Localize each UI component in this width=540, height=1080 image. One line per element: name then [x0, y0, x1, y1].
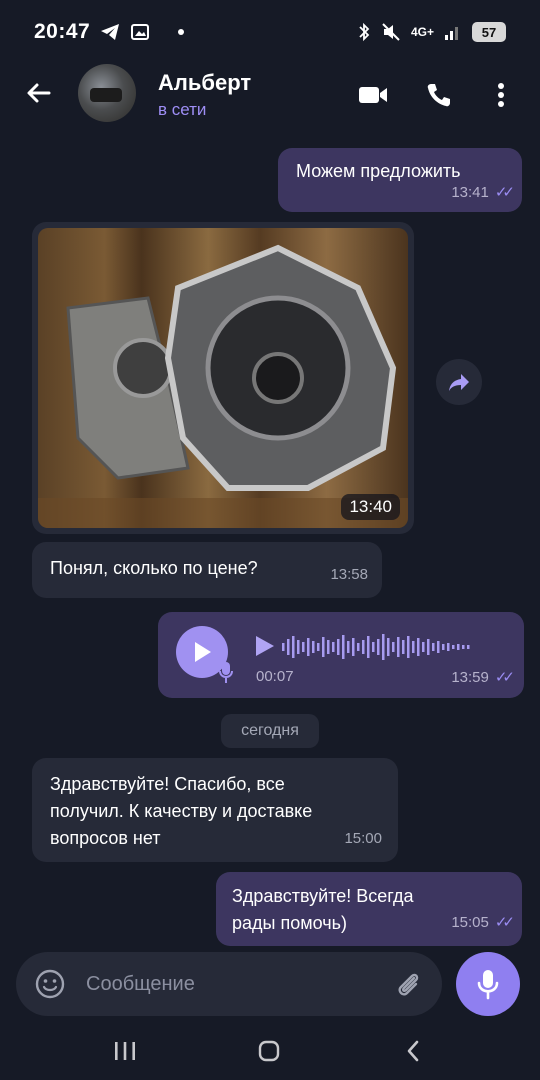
contact-name[interactable]: Альберт — [158, 70, 251, 96]
chat-header: Альберт в сети — [0, 64, 540, 126]
voice-waveform[interactable] — [282, 630, 478, 664]
system-navigation-bar — [0, 1020, 540, 1080]
more-options-button[interactable] — [484, 78, 518, 112]
play-icon — [195, 642, 211, 662]
microphone-icon — [477, 970, 499, 1000]
video-call-button[interactable] — [356, 78, 390, 112]
status-time: 20:47 — [34, 20, 91, 43]
forward-icon — [449, 374, 469, 391]
message-incoming[interactable]: Здравствуйте! Спасибо, все получил. К ка… — [32, 758, 398, 862]
battery-indicator: 57 — [472, 22, 506, 42]
read-ticks-icon: ✓✓ — [494, 669, 515, 686]
attach-button[interactable] — [392, 968, 424, 1000]
back-chevron-icon — [407, 1040, 419, 1062]
microphone-small-icon — [219, 662, 233, 683]
message-composer — [16, 952, 442, 1016]
back-arrow-icon — [27, 83, 51, 103]
status-bar: 20:47 4G+ 57 — [0, 0, 540, 64]
read-ticks-icon: ✓✓ — [494, 184, 515, 201]
phone-icon — [427, 84, 450, 107]
message-time: 13:59 — [451, 668, 489, 686]
mute-icon — [382, 23, 400, 41]
date-separator: сегодня — [221, 714, 319, 748]
gallery-icon — [131, 24, 150, 40]
message-outgoing[interactable]: Можем предложить 13:41 ✓✓ — [278, 148, 522, 212]
more-vert-icon — [498, 83, 504, 107]
home-icon — [258, 1040, 280, 1062]
message-time: 13:58 — [330, 566, 368, 583]
message-time: 13:41 — [451, 184, 489, 201]
message-input[interactable] — [86, 964, 376, 1004]
home-button[interactable] — [254, 1036, 284, 1066]
message-text: Можем предложить — [296, 161, 461, 181]
signal-icon — [445, 27, 458, 40]
telegram-icon — [101, 24, 120, 40]
bluetooth-icon — [359, 22, 370, 42]
gearbox-illustration — [38, 244, 408, 528]
message-outgoing-voice[interactable]: 00:07 13:59 ✓✓ — [158, 612, 524, 698]
back-button[interactable] — [24, 78, 54, 108]
avatar[interactable] — [78, 64, 136, 122]
message-incoming-photo[interactable]: 13:40 — [32, 222, 414, 534]
message-outgoing[interactable]: Здравствуйте! Всегда рады помочь) 15:05 … — [216, 872, 522, 946]
forward-button[interactable] — [436, 359, 482, 405]
photo-time: 13:40 — [341, 494, 400, 520]
notification-dot — [178, 29, 185, 35]
message-text: Понял, сколько по цене? — [50, 558, 258, 578]
video-call-icon — [359, 87, 387, 103]
network-type: 4G+ — [410, 25, 434, 39]
message-time: 15:05 — [451, 914, 489, 931]
record-voice-button[interactable] — [456, 952, 520, 1016]
read-ticks-icon: ✓✓ — [494, 914, 515, 931]
phone-call-button[interactable] — [422, 78, 456, 112]
message-incoming[interactable]: Понял, сколько по цене? 13:58 — [32, 542, 382, 598]
attach-icon — [398, 973, 419, 996]
waveform-play-icon[interactable] — [254, 634, 276, 658]
recent-apps-button[interactable] — [110, 1036, 140, 1066]
recent-apps-icon — [115, 1042, 135, 1060]
contact-status: в сети — [158, 100, 207, 119]
emoji-icon — [35, 969, 65, 999]
emoji-button[interactable] — [34, 968, 66, 1000]
gearbox-photo[interactable]: 13:40 — [38, 228, 408, 528]
back-nav-button[interactable] — [398, 1036, 428, 1066]
message-time: 15:00 — [344, 830, 382, 847]
message-text: Здравствуйте! Спасибо, все получил. К ка… — [50, 774, 313, 848]
message-text: Здравствуйте! Всегда рады помочь) — [232, 886, 414, 933]
voice-duration: 00:07 — [256, 668, 294, 685]
